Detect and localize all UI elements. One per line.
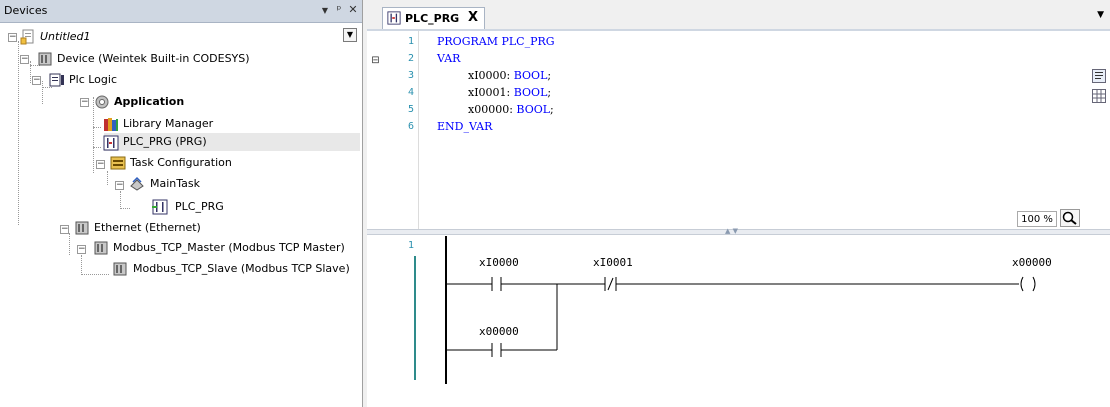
editor-splitter[interactable]: ▲ ▼ <box>367 227 1110 235</box>
tree-item-label: PLC_PRG (PRG) <box>123 135 207 148</box>
pou-call-icon <box>152 199 168 215</box>
tree-dropdown-button[interactable]: ▼ <box>343 28 357 42</box>
code-line: xI0001: BOOL; <box>468 86 552 99</box>
tree-item-label: Plc Logic <box>69 73 117 86</box>
tree-item-task-configuration[interactable]: Task Configuration <box>130 154 232 172</box>
tree-item-maintask[interactable]: MainTask <box>150 175 200 193</box>
line-number: 4 <box>407 87 414 98</box>
tree-item-plc-prg-call[interactable]: PLC_PRG <box>175 198 224 216</box>
close-icon[interactable]: ✕ <box>346 3 360 16</box>
tree-item-label: Modbus_TCP_Slave (Modbus TCP Slave) <box>133 262 350 275</box>
device-icon <box>38 52 52 66</box>
code-line: END_VAR <box>437 120 493 133</box>
tree-item-label: PLC_PRG <box>175 200 224 213</box>
zoom-level-field[interactable]: 100 % <box>1017 211 1057 227</box>
var-type: BOOL <box>513 86 548 99</box>
textual-view-icon[interactable] <box>1092 69 1106 83</box>
code-line: PROGRAM PLC_PRG <box>437 35 555 48</box>
dropdown-arrow-icon[interactable]: ▼ <box>318 6 332 15</box>
tree-item-ethernet[interactable]: Ethernet (Ethernet) <box>94 219 201 237</box>
code-line: VAR <box>437 52 461 65</box>
var-type: BOOL <box>513 69 548 82</box>
editor-pane: PLC_PRG X ▼ ⊟ 1 2 3 4 5 6 PROGRAM PLC_PR… <box>367 0 1110 407</box>
task-configuration-icon <box>110 156 126 170</box>
var-type: BOOL <box>516 103 551 116</box>
tab-plc-prg[interactable]: PLC_PRG X <box>382 7 485 29</box>
collapse-icon[interactable]: − <box>60 225 69 234</box>
tree-item-plc-logic[interactable]: Plc Logic <box>69 71 117 89</box>
device-icon <box>113 262 127 276</box>
code-line: x00000: BOOL; <box>468 103 554 116</box>
collapse-icon[interactable]: − <box>32 76 41 85</box>
device-icon <box>94 241 108 255</box>
zoom-icon[interactable] <box>1060 209 1080 227</box>
tree-item-untitled1[interactable]: Untitled1 <box>40 28 91 46</box>
var-name: xI0000 <box>468 69 507 82</box>
collapse-icon[interactable]: − <box>96 160 105 169</box>
splitter-arrows-icon[interactable]: ▲ ▼ <box>725 227 738 235</box>
tree-item-device[interactable]: Device (Weintek Built-in CODESYS) <box>57 50 250 68</box>
var-name: x00000 <box>468 103 510 116</box>
tree-item-label: MainTask <box>150 177 200 190</box>
tree-item-label: Application <box>114 95 185 108</box>
pin-icon[interactable]: ᵖ <box>332 3 346 16</box>
editor-tab-bar: PLC_PRG X ▼ <box>367 0 1110 31</box>
tree-item-label: Task Configuration <box>130 156 232 169</box>
devices-panel-header: Devices ▼ ᵖ ✕ <box>0 0 362 23</box>
tree-item-library-manager[interactable]: Library Manager <box>123 115 213 133</box>
var-name: xI0001 <box>468 86 507 99</box>
tree-item-label: Library Manager <box>123 117 214 130</box>
collapse-icon[interactable]: − <box>80 98 89 107</box>
line-number: 3 <box>407 70 414 81</box>
ladder-rung <box>447 276 1036 357</box>
tree-item-modbus-tcp-slave[interactable]: Modbus_TCP_Slave (Modbus TCP Slave) <box>133 260 350 278</box>
collapse-icon[interactable]: − <box>115 181 124 190</box>
tree-item-application[interactable]: Application <box>114 93 184 111</box>
library-manager-icon <box>104 118 118 131</box>
line-number: 1 <box>407 36 414 47</box>
tab-label: PLC_PRG <box>405 12 460 25</box>
collapse-icon[interactable]: − <box>20 55 29 64</box>
fold-icon[interactable]: ⊟ <box>371 56 380 66</box>
device-icon <box>75 221 89 235</box>
tree-item-label: Untitled1 <box>40 30 91 43</box>
task-icon <box>130 176 144 191</box>
pou-icon <box>387 11 401 25</box>
line-number: 6 <box>407 121 414 132</box>
code-line: xI0000: BOOL; <box>468 69 552 82</box>
collapse-icon[interactable]: − <box>77 245 86 254</box>
tab-list-dropdown-icon[interactable]: ▼ <box>1097 10 1104 20</box>
tabular-view-icon[interactable] <box>1092 89 1106 103</box>
device-tree: − Untitled1 − Device (Weintek Built-in C… <box>0 23 362 407</box>
devices-panel: Devices ▼ ᵖ ✕ − Untitled1 − Device (Wein… <box>0 0 363 407</box>
tree-item-label: Device (Weintek Built-in CODESYS) <box>57 52 250 65</box>
tree-item-modbus-tcp-master[interactable]: Modbus_TCP_Master (Modbus TCP Master) <box>113 239 345 257</box>
tree-item-label: Modbus_TCP_Master (Modbus TCP Master) <box>113 241 345 254</box>
application-gear-icon <box>95 95 109 109</box>
tree-item-plc-prg[interactable]: PLC_PRG (PRG) <box>123 133 207 151</box>
tab-close-icon[interactable]: X <box>468 10 478 25</box>
coil-x00000 <box>1020 276 1024 292</box>
line-number: 2 <box>407 53 414 64</box>
line-number: 5 <box>407 104 414 115</box>
project-icon <box>20 29 34 45</box>
pou-icon <box>103 135 119 151</box>
tree-item-label: Ethernet (Ethernet) <box>94 221 201 234</box>
devices-panel-title: Devices <box>4 4 48 17</box>
ladder-editor[interactable]: 1 xI0000 xI0001 x00000 x00000 <box>367 236 1110 407</box>
plc-logic-icon <box>49 73 64 87</box>
collapse-icon[interactable]: − <box>8 33 17 42</box>
declaration-editor[interactable]: ⊟ 1 2 3 4 5 6 PROGRAM PLC_PRG VAR xI0000… <box>367 31 1110 230</box>
